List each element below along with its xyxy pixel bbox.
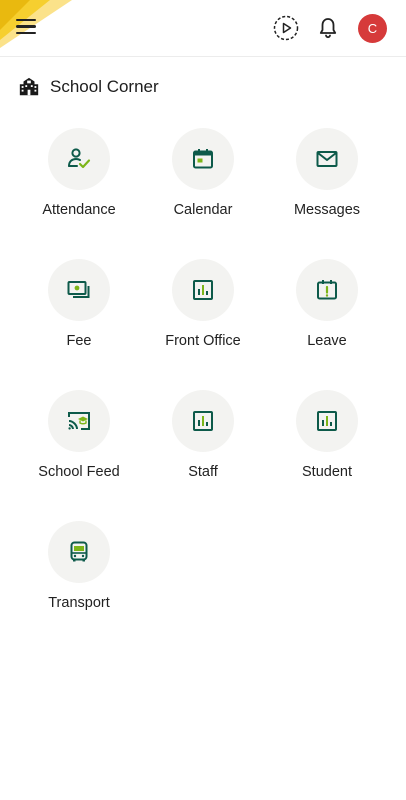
tile-label: Staff	[188, 464, 218, 480]
tile-label: Calendar	[173, 202, 233, 218]
tile-icon-circle	[48, 521, 110, 583]
tile-icon-circle	[296, 259, 358, 321]
tile-icon-circle	[296, 390, 358, 452]
section-title: School Corner	[50, 77, 159, 96]
tile-label: Leave	[307, 333, 347, 349]
tile-icon-circle	[48, 390, 110, 452]
hamburger-icon	[16, 19, 42, 35]
hamburger-menu-button[interactable]	[16, 16, 42, 40]
bar-chart-icon	[193, 280, 213, 300]
bar-chart-icon	[193, 411, 213, 431]
tile-icon-circle	[296, 128, 358, 190]
tile-label: Messages	[293, 202, 361, 218]
tile-leave[interactable]: Leave	[265, 259, 389, 359]
envelope-icon	[316, 151, 338, 167]
tile-icon-circle	[48, 259, 110, 321]
tile-label: School Feed	[38, 464, 120, 480]
user-check-icon	[68, 148, 91, 169]
calendar-icon	[193, 149, 213, 169]
tile-icon-circle	[48, 128, 110, 190]
section-header: School Corner	[18, 74, 159, 100]
notifications-button[interactable]	[316, 16, 340, 40]
tile-label: Fee	[66, 333, 92, 349]
play-button[interactable]	[273, 15, 299, 41]
user-avatar[interactable]: C	[358, 14, 387, 43]
tile-messages[interactable]: Messages	[265, 128, 389, 228]
money-icon	[67, 281, 90, 298]
tile-attendance[interactable]: Attendance	[17, 128, 141, 228]
tile-staff[interactable]: Staff	[141, 390, 265, 490]
bar-chart-icon	[317, 411, 337, 431]
school-building-icon	[19, 77, 39, 96]
tile-label: Transport	[48, 595, 110, 611]
tile-school-feed[interactable]: School Feed	[17, 390, 141, 490]
tile-front-office[interactable]: Front Office	[141, 259, 265, 359]
tile-label: Attendance	[42, 202, 116, 218]
app-bar: C	[0, 0, 406, 57]
tile-label: Student	[302, 464, 352, 480]
tile-fee[interactable]: Fee	[17, 259, 141, 359]
avatar-initial: C	[367, 21, 378, 36]
tile-calendar[interactable]: Calendar	[141, 128, 265, 228]
tile-icon-circle	[172, 128, 234, 190]
tile-icon-circle	[172, 259, 234, 321]
bus-icon	[70, 541, 88, 562]
tile-transport[interactable]: Transport	[17, 521, 141, 621]
cast-graduation-icon	[68, 412, 90, 430]
calendar-alert-icon	[317, 280, 337, 300]
tile-student[interactable]: Student	[265, 390, 389, 490]
tile-icon-circle	[172, 390, 234, 452]
bell-icon	[319, 18, 337, 39]
play-circle-icon	[273, 15, 299, 41]
tile-label: Front Office	[165, 333, 241, 349]
